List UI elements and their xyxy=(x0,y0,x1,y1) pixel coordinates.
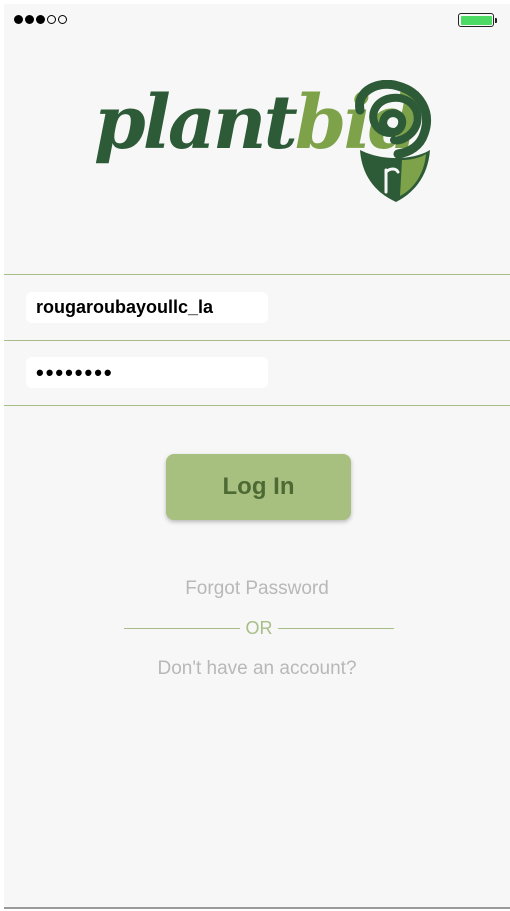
signup-link[interactable]: Don't have an account? xyxy=(4,658,510,680)
forgot-password-link[interactable]: Forgot Password xyxy=(4,578,510,600)
or-line-right xyxy=(278,628,394,629)
divider xyxy=(4,405,510,406)
battery-tip xyxy=(495,17,497,23)
signal-dot xyxy=(25,15,34,24)
battery-icon xyxy=(458,13,497,27)
signal-strength-icon xyxy=(14,15,67,24)
signal-dot xyxy=(47,15,56,24)
status-bar xyxy=(4,4,510,36)
or-separator: OR xyxy=(124,618,394,640)
signal-dot xyxy=(58,15,67,24)
username-field[interactable] xyxy=(26,292,268,323)
divider xyxy=(4,274,510,275)
login-button[interactable]: Log In xyxy=(166,454,351,520)
login-screen: plantbid Log In Forgot Password OR Don't… xyxy=(4,4,510,909)
divider xyxy=(4,340,510,341)
signal-dot xyxy=(14,15,23,24)
plantbid-logo: plantbid xyxy=(88,74,438,219)
battery-level xyxy=(460,15,492,25)
logo-word-plant: plant xyxy=(94,80,298,166)
signal-dot xyxy=(36,15,45,24)
password-field[interactable] xyxy=(26,357,268,388)
rose-shield-icon xyxy=(355,80,431,202)
